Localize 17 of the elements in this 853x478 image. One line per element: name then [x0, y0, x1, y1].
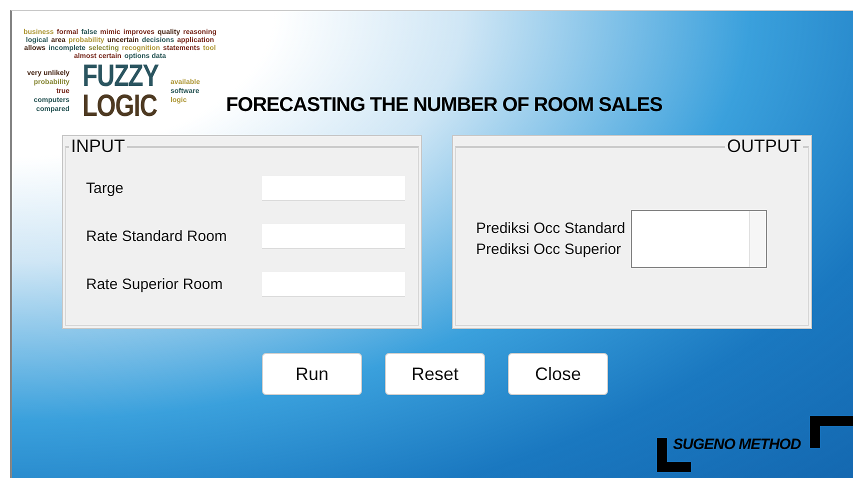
- field-label: Rate Superior Room: [86, 276, 224, 292]
- action-button[interactable]: Run: [262, 353, 362, 395]
- cloud-word: FUZZY: [82, 61, 158, 91]
- output-label: Prediksi Occ Standard: [476, 220, 626, 237]
- input-field[interactable]: [262, 176, 405, 200]
- field-label: Targe: [86, 180, 125, 196]
- cloud-word: LOGIC: [82, 91, 158, 121]
- action-button[interactable]: Reset: [385, 353, 485, 395]
- field-label: Rate Standard Room: [86, 228, 228, 244]
- scrollbar[interactable]: [749, 211, 766, 267]
- action-button[interactable]: Close: [508, 353, 608, 395]
- app-title: FORECASTING THE NUMBER OF ROOM SALES: [226, 94, 662, 117]
- output-listbox[interactable]: [631, 210, 768, 268]
- output-label: Prediksi Occ Superior: [476, 241, 622, 258]
- input-field[interactable]: [262, 272, 405, 296]
- input-field[interactable]: [262, 224, 405, 248]
- method-label: SUGENO METHOD: [673, 436, 801, 453]
